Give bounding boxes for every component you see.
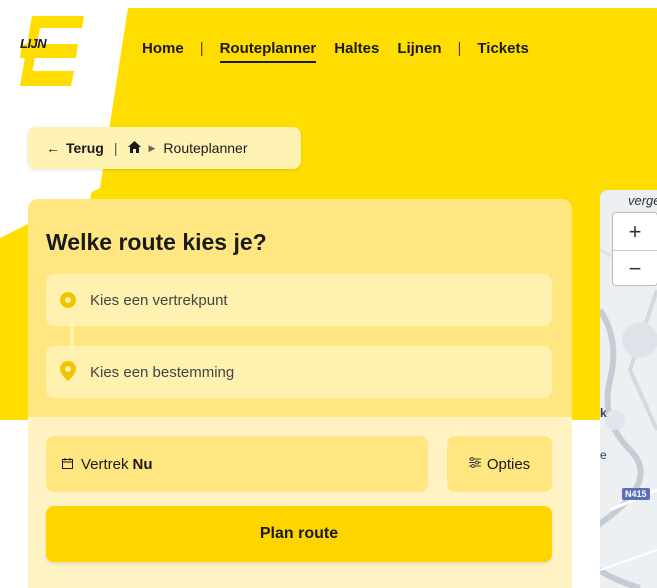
destination-placeholder: Kies een bestemming [90,363,235,381]
breadcrumb-current: Routeplanner [163,140,248,156]
sliders-icon [468,457,481,471]
departure-label: Vertrek [81,455,129,473]
map-fragment-label: k [600,406,607,420]
nav-tickets[interactable]: Tickets [477,40,528,63]
nav-separator: | [199,40,204,57]
main-nav: Home | Routeplanner Haltes Lijnen | Tick… [142,40,529,63]
home-icon[interactable] [127,140,141,156]
back-arrow-icon[interactable]: ← [46,140,60,156]
options-button[interactable]: Opties [447,436,552,492]
planner-options-area: Vertrek Nu Opties Plan route [28,417,572,588]
map-fragment-label: e [600,448,607,462]
location-pin-icon [60,361,76,385]
nav-separator: | [457,40,462,57]
logo-text: LIJN [20,36,47,51]
map-zoom-control: + − [612,212,657,286]
calendar-icon [62,457,73,472]
departure-time-selector[interactable]: Vertrek Nu [46,436,428,492]
nav-haltes[interactable]: Haltes [334,40,379,63]
route-connector [70,326,74,346]
breadcrumb: ← Terug | ▶ Routeplanner [28,127,301,169]
logo[interactable] [18,16,84,86]
origin-placeholder: Kies een vertrekpunt [90,291,228,309]
breadcrumb-separator: | [113,140,118,156]
map-view[interactable]: vergem + − k e N415 [600,190,657,588]
nav-home[interactable]: Home [142,40,184,63]
nav-routeplanner[interactable]: Routeplanner [219,40,317,63]
planner-title: Welke route kies je? [46,229,267,255]
route-planner-panel: Welke route kies je? Kies een vertrekpun… [28,199,572,588]
origin-field[interactable]: Kies een vertrekpunt [46,274,552,326]
zoom-out-button[interactable]: − [613,250,657,287]
origin-circle-icon [60,292,76,308]
map-place-label: vergem [628,193,657,208]
back-link[interactable]: Terug [66,140,104,156]
breadcrumb-chevron-icon: ▶ [148,142,156,153]
road-number-badge: N415 [622,488,650,500]
zoom-in-button[interactable]: + [613,213,657,250]
logo-icon [20,16,84,86]
destination-field[interactable]: Kies een bestemming [46,346,552,398]
plan-route-button[interactable]: Plan route [46,506,552,562]
options-label: Opties [486,455,531,473]
nav-lijnen[interactable]: Lijnen [397,40,441,63]
departure-value: Nu [132,455,153,473]
